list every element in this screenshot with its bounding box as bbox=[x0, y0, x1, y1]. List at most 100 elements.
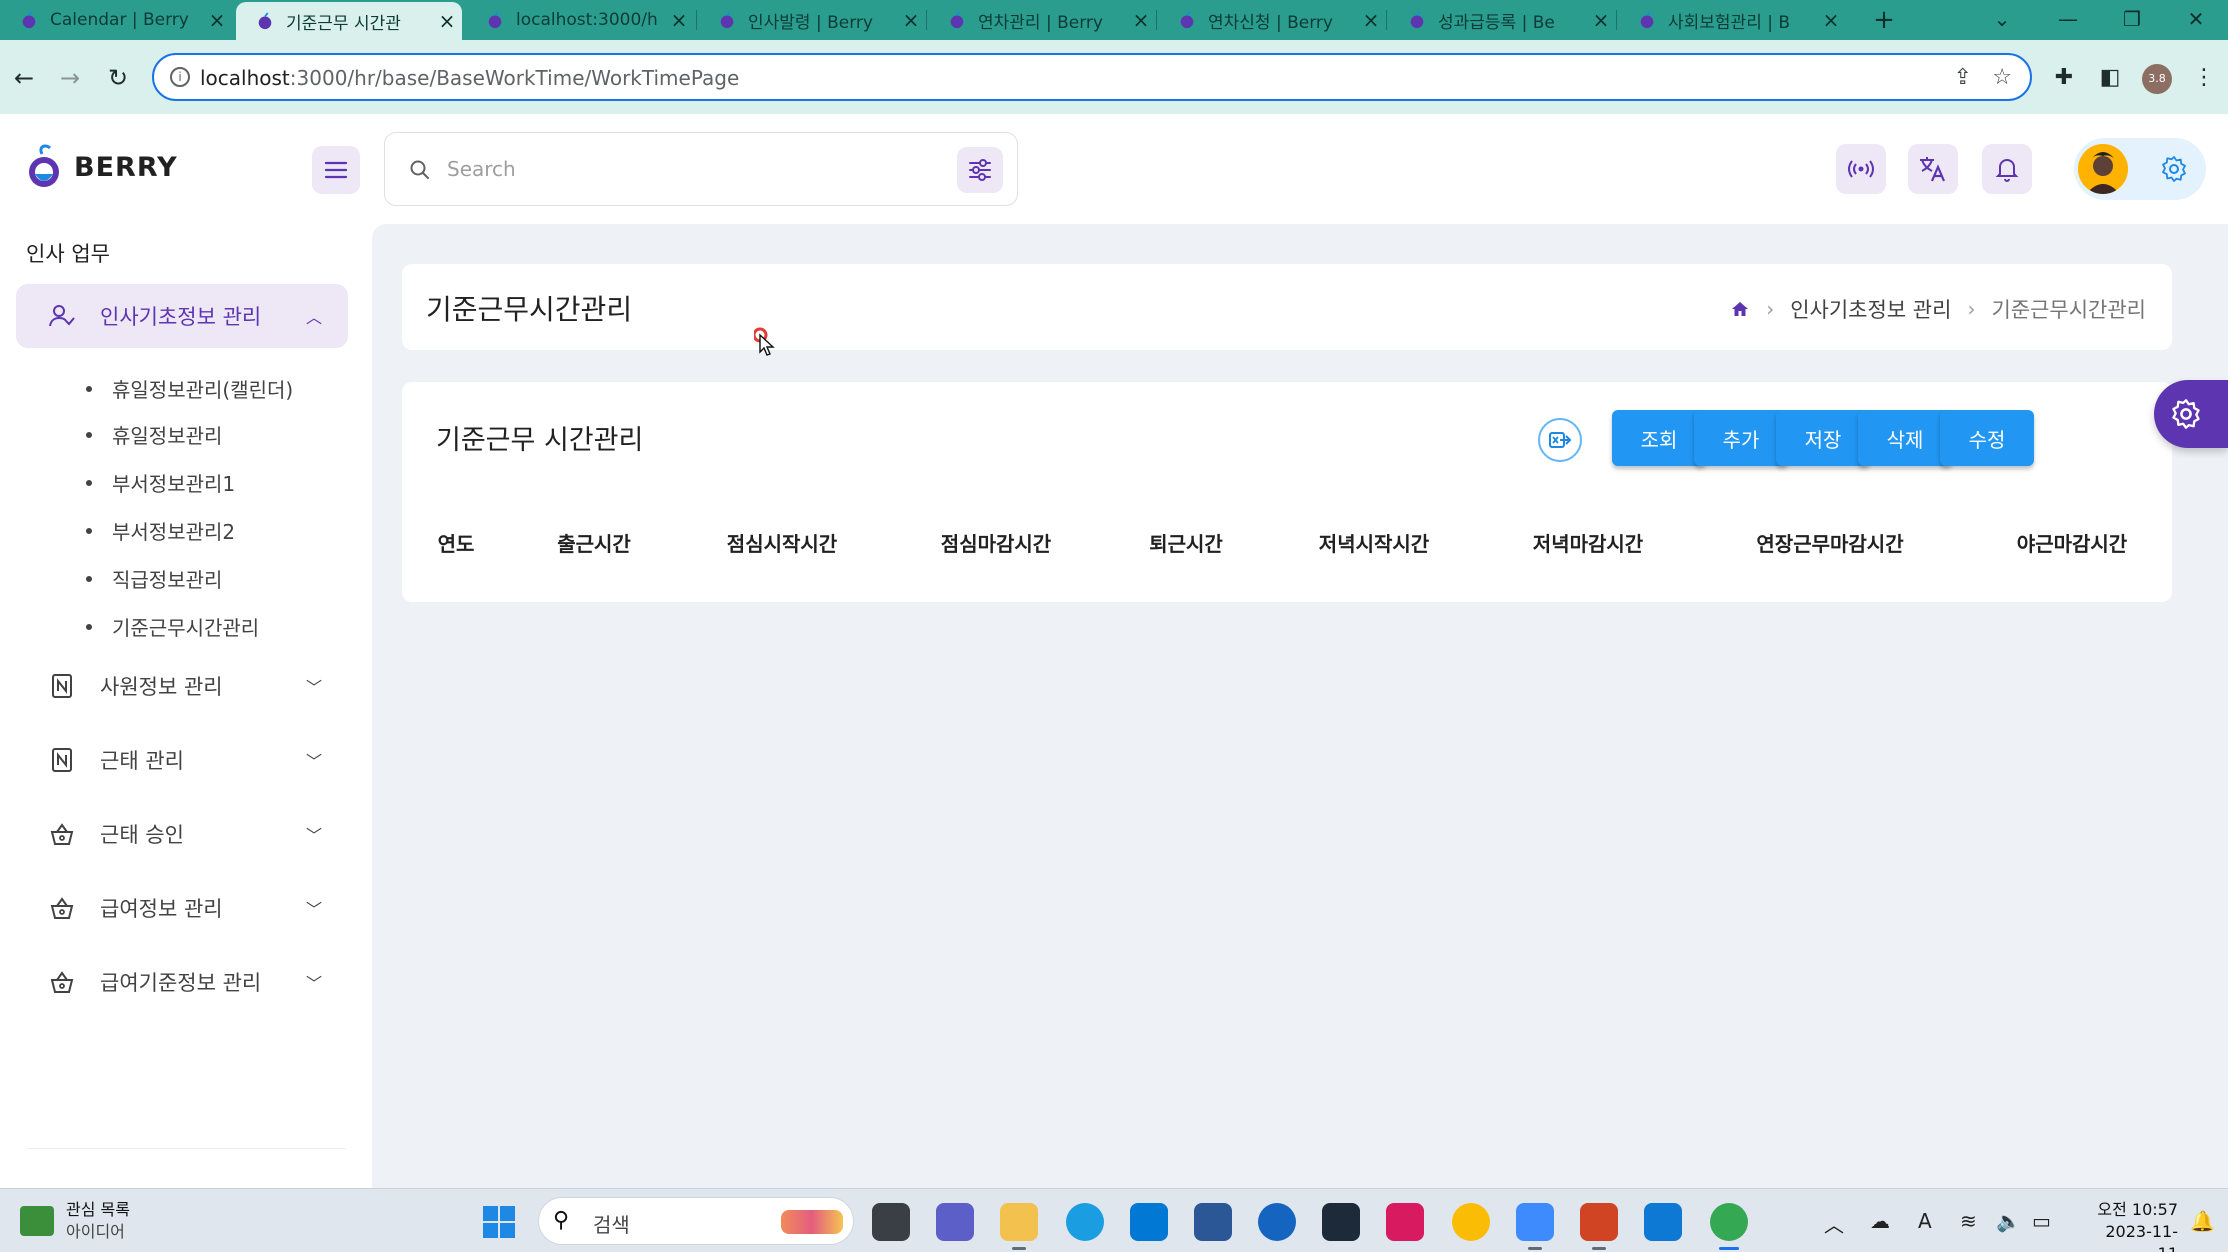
search-input[interactable] bbox=[447, 149, 907, 189]
browser-tab[interactable]: Calendar | Berry × bbox=[0, 0, 232, 40]
column-header-overtime-end[interactable]: 연장근무마감시간 bbox=[1756, 528, 1903, 557]
browser-menu-icon[interactable]: ⋮ bbox=[2188, 62, 2220, 94]
extensions-puzzle-icon[interactable]: ✚ bbox=[2048, 62, 2080, 94]
sidebar-item-holiday-calendar[interactable]: 휴일정보관리(캘린더) bbox=[86, 374, 293, 403]
column-header-clock-in[interactable]: 출근시간 bbox=[557, 528, 631, 557]
search-filter-button[interactable] bbox=[957, 147, 1003, 193]
sidebar-group-attendance[interactable]: 근태 관리 ﹀ bbox=[16, 728, 348, 792]
site-info-icon[interactable]: i bbox=[170, 67, 190, 87]
sidebar-item-base-work-time[interactable]: 기준근무시간관리 bbox=[86, 612, 259, 641]
add-button[interactable]: 추가 bbox=[1694, 410, 1788, 466]
excel-export-button[interactable] bbox=[1538, 418, 1582, 462]
close-tab-icon[interactable]: × bbox=[896, 8, 926, 32]
basket-icon bbox=[48, 820, 76, 848]
home-icon[interactable] bbox=[1730, 299, 1750, 319]
close-window-button[interactable]: ✕ bbox=[2164, 0, 2228, 40]
close-tab-icon[interactable]: × bbox=[1126, 8, 1156, 32]
sidebar-group-attendance-approval[interactable]: 근태 승인 ﹀ bbox=[16, 802, 348, 866]
task-view-icon[interactable] bbox=[872, 1203, 910, 1241]
tray-overflow-chevron-icon[interactable]: ︿ bbox=[1824, 1209, 1844, 1238]
close-tab-icon[interactable]: × bbox=[432, 9, 462, 33]
tab-search-chevron-icon[interactable]: ⌄ bbox=[1970, 0, 2034, 40]
main-content: 기준근무시간관리 › 인사기초정보 관리 › 기준근무시간관리 기준근무 시간관… bbox=[372, 224, 2228, 1188]
side-panel-icon[interactable]: ◧ bbox=[2094, 62, 2126, 94]
sidebar-item-position-info[interactable]: 직급정보관리 bbox=[86, 564, 222, 593]
vscode-icon[interactable] bbox=[1644, 1203, 1682, 1241]
remote-desktop-icon[interactable] bbox=[1130, 1203, 1168, 1241]
edge-browser-icon[interactable] bbox=[1066, 1203, 1104, 1241]
share-icon[interactable]: ⇪ bbox=[1954, 65, 1972, 90]
notifications-button[interactable] bbox=[1982, 144, 2032, 194]
maximize-window-button[interactable]: ❐ bbox=[2100, 0, 2164, 40]
browser-tab[interactable]: 연차관리 | Berry × bbox=[928, 0, 1156, 40]
close-tab-icon[interactable]: × bbox=[202, 8, 232, 32]
browser-profile-avatar[interactable]: 3.8 bbox=[2142, 64, 2172, 94]
x-app-icon[interactable] bbox=[1322, 1203, 1360, 1241]
battery-icon[interactable]: ▭ bbox=[2032, 1209, 2051, 1233]
save-button[interactable]: 저장 bbox=[1776, 410, 1870, 466]
live-broadcast-button[interactable] bbox=[1836, 144, 1886, 194]
sidebar-group-payroll-info[interactable]: 급여정보 관리 ﹀ bbox=[16, 876, 348, 940]
sidebar-item-holiday-info[interactable]: 휴일정보관리 bbox=[86, 420, 222, 449]
sidebar-item-dept-info-2[interactable]: 부서정보관리2 bbox=[86, 516, 235, 545]
input-method-icon[interactable]: A bbox=[1918, 1209, 1932, 1233]
cloud-sync-icon[interactable]: ☁ bbox=[1870, 1209, 1890, 1233]
bookmark-star-icon[interactable]: ☆ bbox=[1992, 65, 2012, 90]
sidebar-toggle-button[interactable] bbox=[312, 146, 360, 194]
microsoft-store-icon[interactable] bbox=[1194, 1203, 1232, 1241]
browser-tab[interactable]: localhost:3000/h × bbox=[466, 0, 694, 40]
sidebar-group-employee-info[interactable]: 사원정보 관리 ﹀ bbox=[16, 654, 348, 718]
address-bar[interactable]: i localhost:3000/hr/base/BaseWorkTime/Wo… bbox=[152, 53, 2032, 101]
widgets-button[interactable]: 관심 목록 아이디어 bbox=[20, 1199, 130, 1243]
customization-fab-button[interactable] bbox=[2154, 380, 2228, 448]
close-tab-icon[interactable]: × bbox=[664, 8, 694, 32]
close-tab-icon[interactable]: × bbox=[1586, 8, 1616, 32]
powerpoint-icon[interactable] bbox=[1580, 1203, 1618, 1250]
url-text[interactable]: localhost:3000/hr/base/BaseWorkTime/Work… bbox=[200, 66, 739, 90]
search-query-button[interactable]: 조회 bbox=[1612, 410, 1706, 466]
volume-icon[interactable]: 🔈 bbox=[1996, 1209, 2021, 1233]
column-header-night-end[interactable]: 야근마감시간 bbox=[2017, 528, 2127, 557]
app-arrow-icon[interactable] bbox=[1258, 1203, 1296, 1241]
minimize-window-button[interactable]: — bbox=[2036, 0, 2100, 40]
chrome-icon[interactable] bbox=[1452, 1203, 1490, 1241]
column-header-lunch-end[interactable]: 점심마감시간 bbox=[941, 528, 1051, 557]
teams-chat-icon[interactable] bbox=[936, 1203, 974, 1241]
browser-tab[interactable]: 연차신청 | Berry × bbox=[1158, 0, 1386, 40]
taskbar-search-box[interactable]: ⚲ 검색 bbox=[538, 1197, 854, 1245]
wifi-icon[interactable]: ≋ bbox=[1960, 1209, 1977, 1233]
notification-center-icon[interactable]: 🔔 bbox=[2190, 1209, 2215, 1233]
breadcrumb-link[interactable]: 인사기초정보 관리 bbox=[1790, 294, 1951, 324]
close-tab-icon[interactable]: × bbox=[1816, 8, 1846, 32]
close-tab-icon[interactable]: × bbox=[1356, 8, 1386, 32]
sidebar-group-hr-basic-info[interactable]: 인사기초정보 관리 ︿ bbox=[16, 284, 348, 348]
column-header-year[interactable]: 연도 bbox=[438, 528, 475, 557]
column-header-lunch-start[interactable]: 점심시작시간 bbox=[727, 528, 837, 557]
chrome-profile-icon[interactable] bbox=[1710, 1203, 1748, 1250]
translate-button[interactable] bbox=[1908, 144, 1958, 194]
settings-gear-icon bbox=[2162, 156, 2186, 182]
browser-tab[interactable]: 인사발령 | Berry × bbox=[698, 0, 926, 40]
intellij-idea-icon[interactable] bbox=[1386, 1203, 1424, 1241]
column-header-clock-out[interactable]: 퇴근시간 bbox=[1149, 528, 1223, 557]
column-header-dinner-start[interactable]: 저녁시작시간 bbox=[1319, 528, 1429, 557]
delete-button[interactable]: 삭제 bbox=[1858, 410, 1952, 466]
screen-recorder-icon[interactable] bbox=[1516, 1203, 1554, 1250]
basket-icon bbox=[48, 894, 76, 922]
column-header-dinner-end[interactable]: 저녁마감시간 bbox=[1533, 528, 1643, 557]
taskbar-clock[interactable]: 오전 10:572023-11-11 bbox=[2088, 1199, 2178, 1252]
browser-tab-active[interactable]: 기준근무 시간관 × bbox=[236, 2, 462, 40]
browser-tab[interactable]: 사회보험관리 | B × bbox=[1618, 0, 1846, 40]
forward-button[interactable]: → bbox=[50, 58, 90, 98]
file-explorer-icon[interactable] bbox=[1000, 1203, 1038, 1250]
sidebar-group-payroll-base-info[interactable]: 급여기준정보 관리 ﹀ bbox=[16, 950, 348, 1014]
back-button[interactable]: ← bbox=[4, 58, 44, 98]
new-tab-button[interactable]: + bbox=[1864, 0, 1904, 40]
sidebar-item-dept-info-1[interactable]: 부서정보관리1 bbox=[86, 468, 235, 497]
profile-menu-button[interactable] bbox=[2074, 138, 2206, 200]
windows-start-icon[interactable] bbox=[482, 1205, 516, 1239]
brand-logo[interactable]: BERRY bbox=[24, 144, 178, 190]
browser-tab[interactable]: 성과급등록 | Be × bbox=[1388, 0, 1616, 40]
edit-button[interactable]: 수정 bbox=[1940, 410, 2034, 466]
reload-button[interactable]: ↻ bbox=[98, 58, 138, 98]
